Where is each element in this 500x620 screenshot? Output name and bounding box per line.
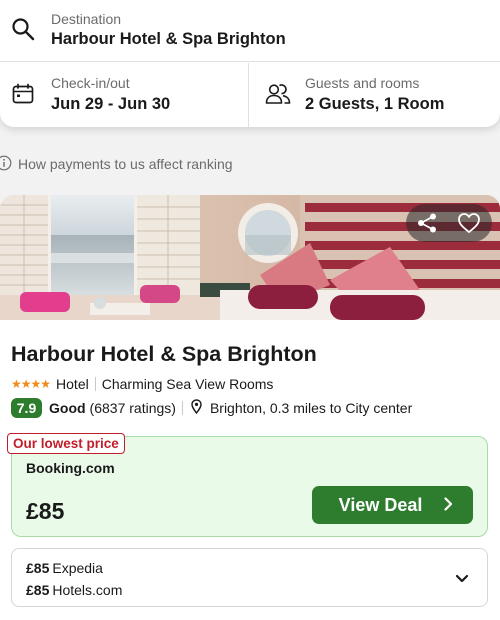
search-summary-card: Destination Harbour Hotel & Spa Brighton… [0, 0, 500, 127]
hotel-photo[interactable] [0, 195, 500, 320]
rating-divider [181, 401, 183, 415]
other-deal-provider: Hotels.com [52, 582, 123, 598]
other-deal-price: £85 [26, 582, 50, 598]
view-deal-button[interactable]: View Deal [312, 486, 473, 524]
destination-value: Harbour Hotel & Spa Brighton [51, 30, 286, 48]
hotel-meta: ★★★★ Hotel Charming Sea View Rooms [11, 376, 273, 392]
score-badge: 7.9 [11, 398, 42, 418]
calendar-icon [12, 83, 34, 110]
star-rating: ★★★★ [11, 377, 51, 391]
location-pin-icon [191, 399, 202, 417]
search-icon [11, 17, 35, 46]
meta-divider [94, 377, 96, 391]
deal-provider: Booking.com [26, 460, 115, 476]
destination-field[interactable]: Destination Harbour Hotel & Spa Brighton [0, 0, 500, 62]
share-icon[interactable] [416, 212, 438, 234]
other-deals-box[interactable]: £85 Expedia £85 Hotels.com [11, 548, 488, 607]
other-deal-price: £85 [26, 560, 50, 576]
hotel-tagline: Charming Sea View Rooms [101, 376, 274, 392]
lowest-price-badge: Our lowest price [7, 433, 125, 454]
ranking-info-text: How payments to us affect ranking [18, 156, 233, 172]
hotel-result-card: Harbour Hotel & Spa Brighton ★★★★ Hotel … [0, 195, 500, 620]
rating-count: (6837 ratings) [89, 400, 176, 416]
hotel-name[interactable]: Harbour Hotel & Spa Brighton [11, 342, 317, 367]
dates-field[interactable]: Check-in/out Jun 29 - Jun 30 [0, 63, 249, 127]
deal-price: £85 [26, 498, 65, 524]
chevron-down-icon[interactable] [455, 571, 469, 589]
guests-icon [265, 83, 291, 110]
view-deal-label: View Deal [338, 494, 423, 515]
rating-row: 7.9 Good (6837 ratings) Brighton, 0.3 mi… [11, 398, 412, 418]
guests-value: 2 Guests, 1 Room [305, 95, 445, 113]
hotel-type: Hotel [56, 376, 89, 392]
dates-label: Check-in/out [51, 75, 130, 91]
photo-actions [406, 204, 492, 242]
dates-value: Jun 29 - Jun 30 [51, 95, 171, 113]
guests-field[interactable]: Guests and rooms 2 Guests, 1 Room [250, 63, 500, 127]
other-deal-row: £85 Expedia [26, 560, 103, 576]
heart-icon[interactable] [457, 211, 481, 235]
ranking-info-link[interactable]: How payments to us affect ranking [0, 155, 233, 173]
other-deal-provider: Expedia [52, 560, 103, 576]
hotel-location: Brighton, 0.3 miles to City center [209, 400, 413, 416]
chevron-right-icon [442, 495, 454, 516]
destination-label: Destination [51, 11, 122, 27]
info-icon [0, 155, 12, 174]
rating-word: Good [49, 400, 86, 416]
guests-label: Guests and rooms [305, 75, 420, 91]
other-deal-row: £85 Hotels.com [26, 582, 122, 598]
